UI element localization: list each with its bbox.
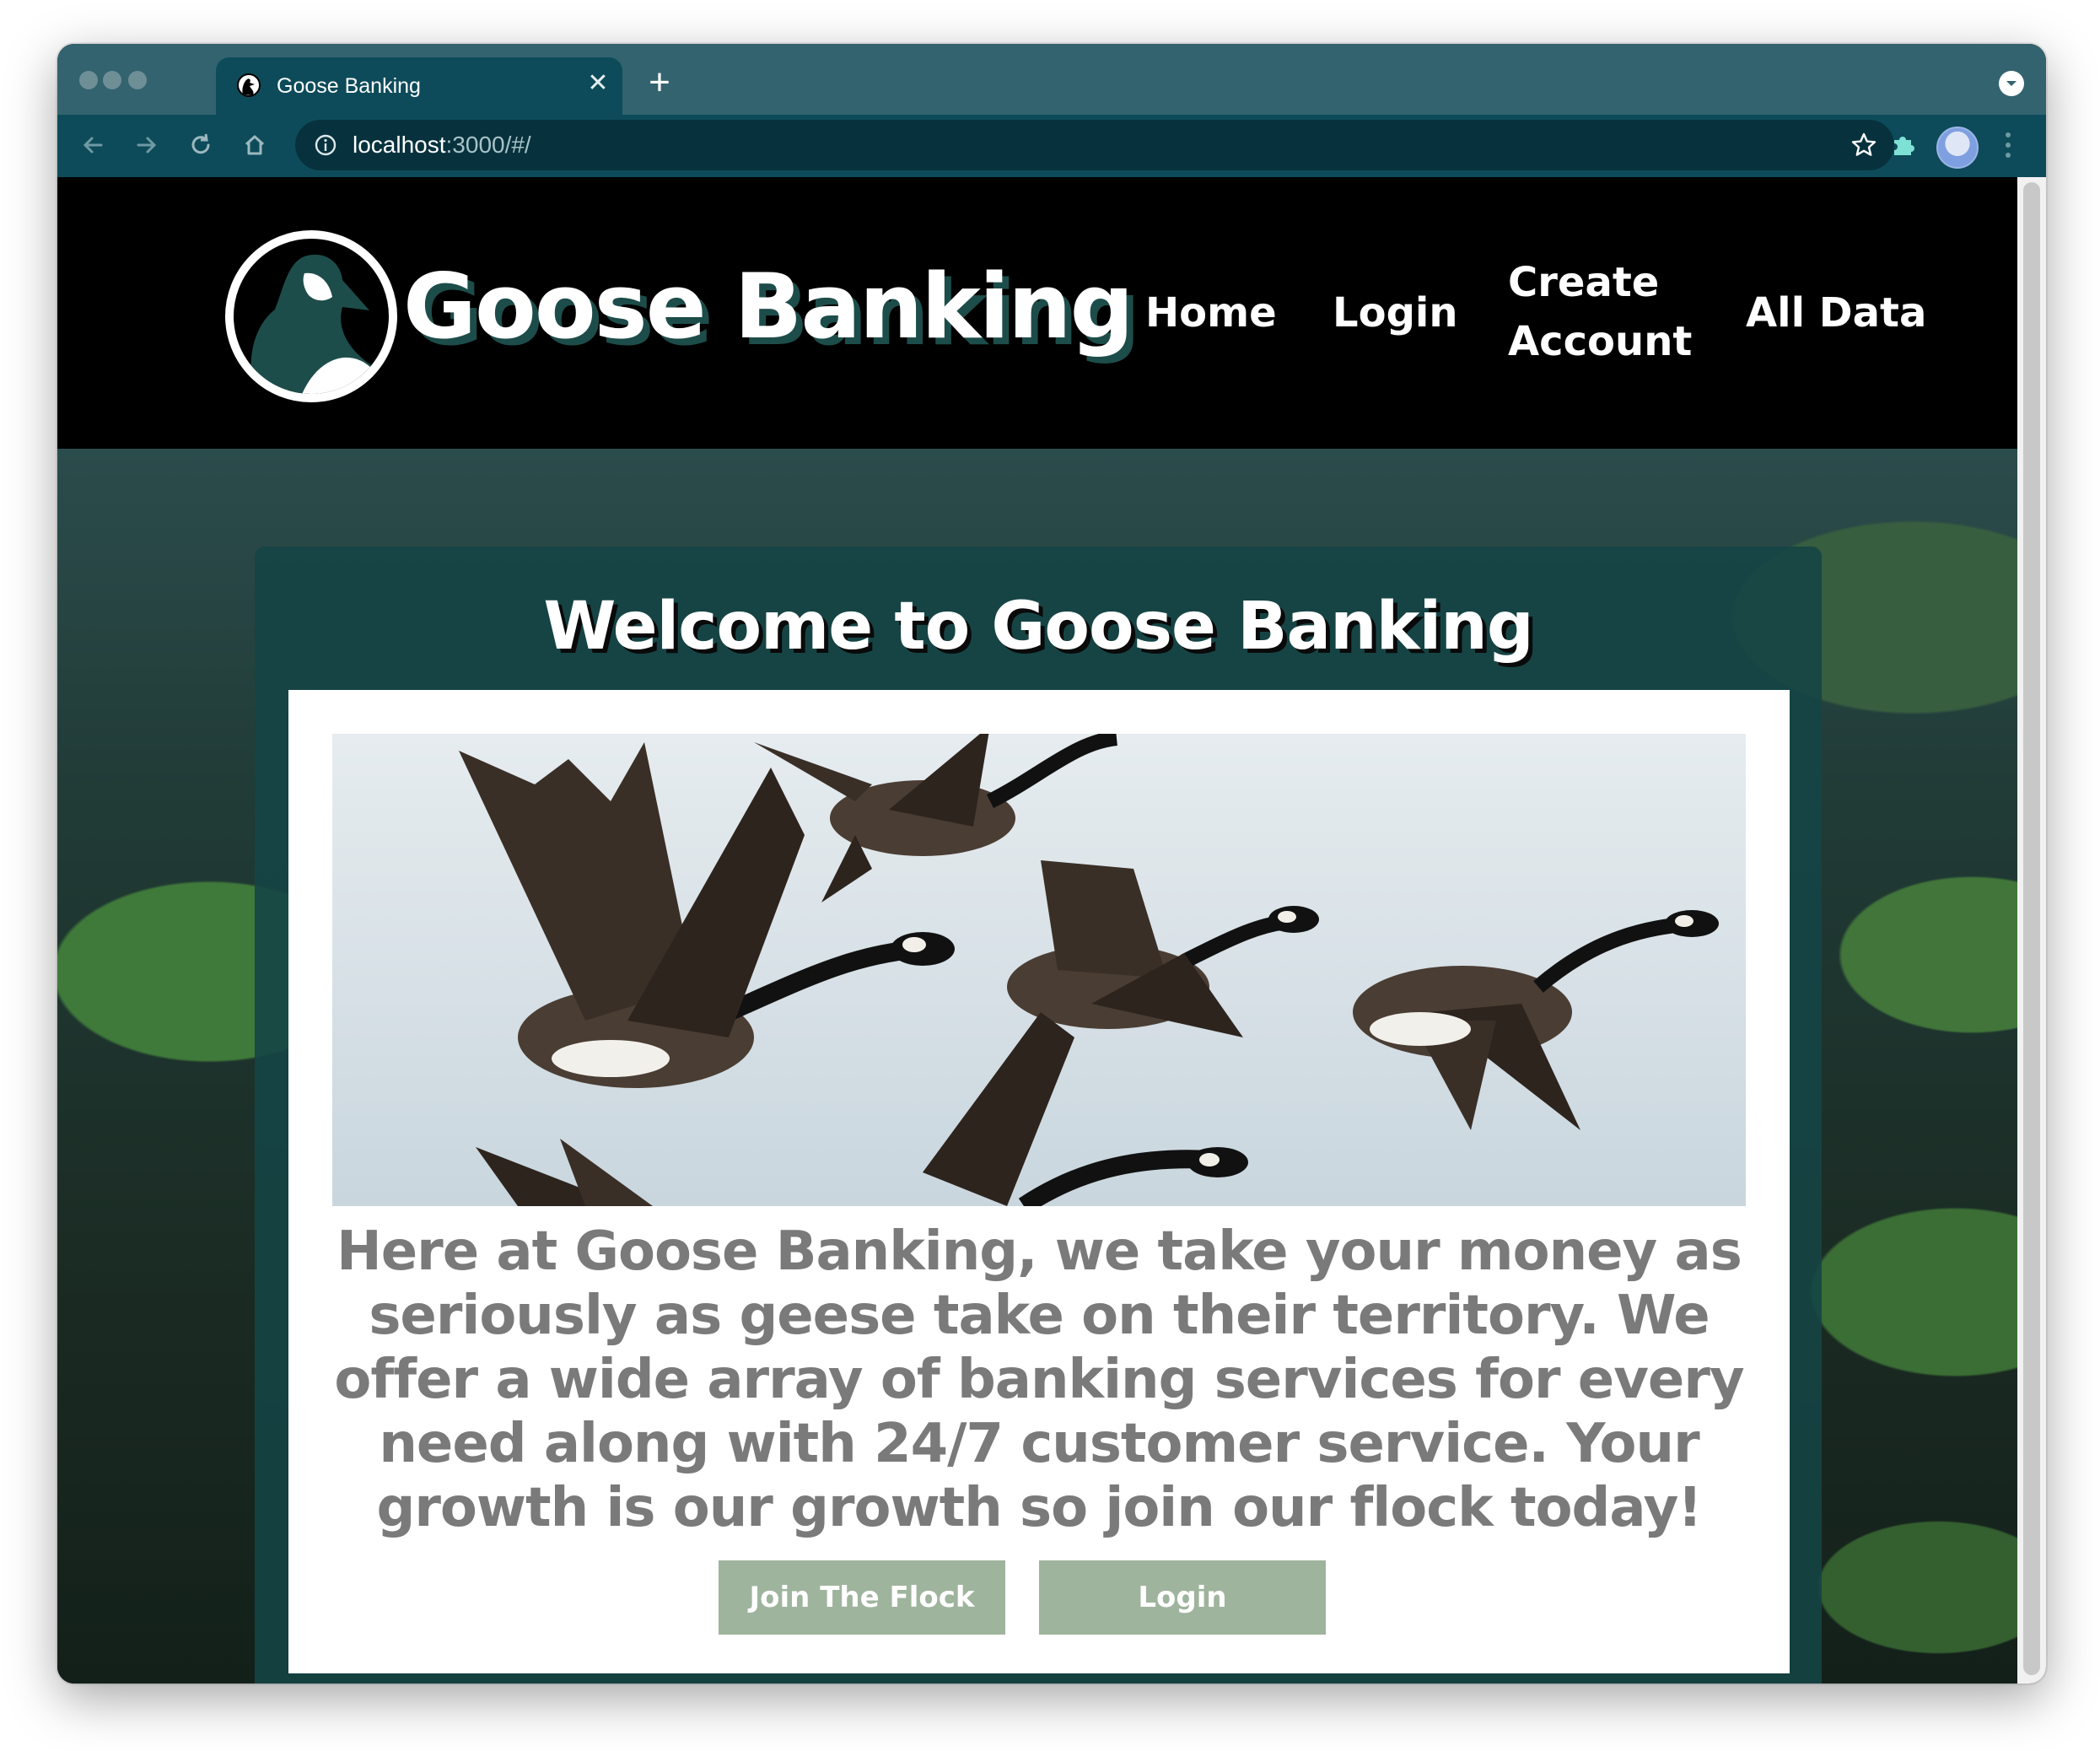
plus-icon[interactable]: + — [643, 64, 676, 101]
info-icon[interactable] — [314, 133, 337, 157]
card-title: Welcome to Goose Banking — [543, 589, 1533, 665]
browser-window: Goose Banking ✕ + localhost:3000/#/ Goos… — [57, 44, 2046, 1684]
url-path: :3000/#/ — [445, 132, 531, 158]
url-text[interactable]: localhost:3000/#/ — [353, 132, 531, 159]
join-the-flock-button[interactable]: Join The Flock — [719, 1560, 1005, 1635]
site-header: Goose Banking Home Login Create Account … — [57, 177, 2017, 449]
close-icon[interactable]: ✕ — [584, 69, 612, 98]
back-icon[interactable] — [76, 128, 110, 162]
chevron-down-icon — [2006, 81, 2017, 86]
tab-strip: Goose Banking ✕ + — [57, 44, 2046, 115]
reload-icon[interactable] — [184, 128, 218, 162]
puzzle-icon[interactable] — [1886, 128, 1920, 162]
page-viewport: Goose Banking Home Login Create Account … — [57, 177, 2017, 1684]
home-icon[interactable] — [238, 128, 272, 162]
welcome-card: Welcome to Goose Banking Here at Goose B… — [255, 547, 1822, 1684]
scrollbar[interactable] — [2017, 177, 2046, 1684]
flying-geese-image — [332, 734, 1746, 1206]
kebab-menu-icon[interactable] — [2000, 128, 2017, 162]
login-button[interactable]: Login — [1039, 1560, 1326, 1635]
tab-goose-banking[interactable]: Goose Banking ✕ — [216, 57, 622, 115]
minimize-window-dot[interactable] — [103, 71, 121, 89]
nav-home[interactable]: Home — [1145, 283, 1277, 342]
goose-favicon-icon — [237, 73, 261, 97]
maximize-window-dot[interactable] — [128, 71, 147, 89]
goose-logo-icon[interactable] — [224, 229, 398, 403]
star-icon[interactable] — [1849, 130, 1879, 160]
url-host: localhost — [353, 132, 446, 158]
close-window-dot[interactable] — [79, 71, 98, 89]
nav-all-data[interactable]: All Data — [1746, 283, 1926, 342]
browser-toolbar: localhost:3000/#/ — [57, 115, 2046, 177]
nav-create-account-line2: Account — [1508, 318, 1693, 365]
tab-search-button[interactable] — [1999, 71, 2024, 96]
profile-avatar[interactable] — [1936, 127, 1979, 169]
tab-title: Goose Banking — [277, 74, 421, 98]
nav-create-account-line1: Create — [1508, 259, 1660, 306]
card-body: Here at Goose Banking, we take your mone… — [288, 690, 1790, 1673]
scrollbar-thumb[interactable] — [2023, 182, 2040, 1675]
intro-paragraph: Here at Goose Banking, we take your mone… — [334, 1220, 1744, 1539]
nav-create-account[interactable]: Create Account — [1508, 253, 1692, 371]
brand-title[interactable]: Goose Banking — [403, 255, 1133, 358]
nav-login[interactable]: Login — [1333, 283, 1458, 342]
forward-icon[interactable] — [130, 128, 164, 162]
address-bar[interactable]: localhost:3000/#/ — [295, 120, 1894, 170]
